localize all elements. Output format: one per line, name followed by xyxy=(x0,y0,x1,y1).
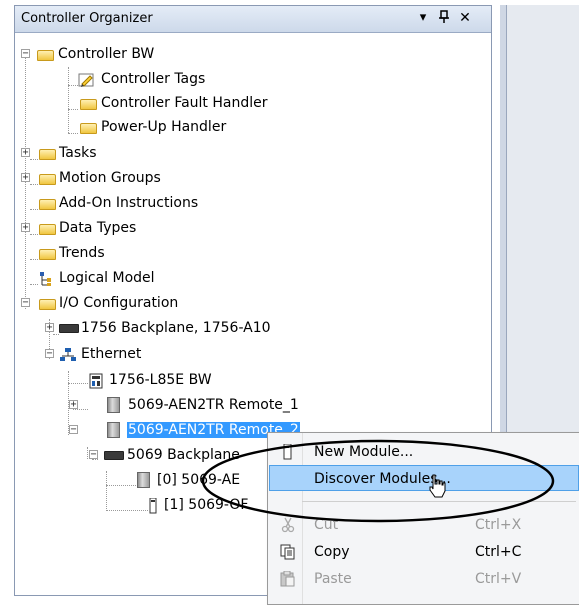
tags-icon xyxy=(78,72,94,87)
tree-item-label: I/O Configuration xyxy=(59,295,179,311)
logical-model-icon xyxy=(39,271,55,286)
tree-item-label: 1756-L85E BW xyxy=(109,372,212,388)
pin-icon[interactable] xyxy=(436,10,452,26)
menu-item-label: New Module... xyxy=(314,444,414,460)
tree-item-data-types[interactable]: + Data Types xyxy=(15,216,491,240)
tree-item-label: Motion Groups xyxy=(59,170,161,186)
expand-icon[interactable]: + xyxy=(21,148,30,158)
module-icon xyxy=(280,443,296,460)
copy-icon xyxy=(280,544,296,560)
tree-item-label: Tasks xyxy=(59,145,97,161)
module-icon xyxy=(107,397,120,413)
tree-item-ethernet[interactable]: − Ethernet xyxy=(15,342,491,366)
chassis-icon xyxy=(104,451,124,460)
tree-item-label: 5069 Backplane xyxy=(127,447,240,463)
expand-icon[interactable]: + xyxy=(21,173,30,183)
folder-icon xyxy=(39,299,56,310)
folder-icon xyxy=(39,249,56,260)
scissors-icon xyxy=(280,517,296,533)
tree-item-label: [0] 5069-AE xyxy=(157,472,241,488)
menu-item-shortcut: Ctrl+V xyxy=(475,571,522,587)
tree-item-powerup-handler[interactable]: Power-Up Handler xyxy=(15,115,491,139)
menu-separator xyxy=(302,501,576,502)
collapse-icon[interactable]: − xyxy=(89,450,98,460)
menu-item-shortcut: Ctrl+C xyxy=(475,544,522,560)
menu-item-shortcut: Ctrl+X xyxy=(475,517,522,533)
tree-item-trends[interactable]: Trends xyxy=(15,241,491,265)
mouse-cursor-icon xyxy=(429,474,446,498)
tree-item-label: Ethernet xyxy=(81,346,142,362)
tree-item-tasks[interactable]: + Tasks xyxy=(15,141,491,165)
tree-item-fault-handler[interactable]: Controller Fault Handler xyxy=(15,91,491,115)
tree-item-label: Trends xyxy=(59,245,105,261)
tree-item-label: Power-Up Handler xyxy=(101,119,227,135)
collapse-icon[interactable]: − xyxy=(69,425,78,435)
tree-item-controller-tags[interactable]: Controller Tags xyxy=(15,67,491,91)
module-icon xyxy=(137,472,150,488)
folder-icon xyxy=(80,123,97,134)
menu-item-cut[interactable]: Cut Ctrl+X xyxy=(269,512,579,538)
tree-item-1756-backplane[interactable]: + 1756 Backplane, 1756-A10 xyxy=(15,316,491,340)
folder-icon xyxy=(39,174,56,185)
collapse-icon[interactable]: − xyxy=(21,298,30,308)
menu-item-label: Cut xyxy=(314,517,339,533)
io-module-icon xyxy=(149,497,157,514)
network-icon xyxy=(60,347,76,361)
menu-item-new-module[interactable]: New Module... xyxy=(269,439,579,465)
paste-icon xyxy=(280,570,296,587)
menu-item-label: Paste xyxy=(314,571,352,587)
folder-icon xyxy=(80,99,97,110)
collapse-icon[interactable]: − xyxy=(45,349,54,359)
panel-menu-dropdown-icon[interactable]: ▾ xyxy=(415,10,431,26)
panel-titlebar: Controller Organizer ▾ ✕ xyxy=(15,6,491,33)
menu-item-discover-modules[interactable]: Discover Modules... xyxy=(269,465,579,491)
tree-item-controller[interactable]: − Controller BW xyxy=(15,42,491,66)
tree-item-label: [1] 5069-OF xyxy=(164,497,249,513)
menu-item-paste[interactable]: Paste Ctrl+V xyxy=(269,566,579,592)
menu-item-label: Copy xyxy=(314,544,350,560)
context-menu: New Module... Discover Modules... Cut Ct… xyxy=(267,432,579,605)
close-icon[interactable]: ✕ xyxy=(457,10,473,26)
tree-item-addon-instructions[interactable]: Add-On Instructions xyxy=(15,191,491,215)
expand-icon[interactable]: + xyxy=(69,400,78,410)
menu-item-copy[interactable]: Copy Ctrl+C xyxy=(269,539,579,565)
tree-item-remote-1[interactable]: + 5069-AEN2TR Remote_1 xyxy=(15,393,491,417)
controller-module-icon xyxy=(88,373,104,389)
chassis-icon xyxy=(59,324,79,333)
folder-icon xyxy=(37,50,54,61)
tree-item-1756-l85e[interactable]: 1756-L85E BW xyxy=(15,368,491,392)
tree-item-logical-model[interactable]: Logical Model xyxy=(15,266,491,290)
tree-item-motion-groups[interactable]: + Motion Groups xyxy=(15,166,491,190)
expand-icon[interactable]: + xyxy=(21,223,30,233)
folder-icon xyxy=(39,199,56,210)
tree-item-label: Logical Model xyxy=(59,270,155,286)
tree-item-label: 5069-AEN2TR Remote_1 xyxy=(128,397,299,413)
expand-icon[interactable]: + xyxy=(45,323,54,333)
tree-item-label: Data Types xyxy=(59,220,137,236)
tree-item-label: Controller Fault Handler xyxy=(101,95,268,111)
collapse-icon[interactable]: − xyxy=(21,49,30,59)
tree-item-label: Controller BW xyxy=(58,46,155,62)
folder-icon xyxy=(39,149,56,160)
module-icon xyxy=(107,422,120,438)
folder-icon xyxy=(39,224,56,235)
tree-item-label: 1756 Backplane, 1756-A10 xyxy=(81,320,271,336)
tree-item-io-configuration[interactable]: − I/O Configuration xyxy=(15,291,491,315)
panel-title: Controller Organizer xyxy=(21,11,153,26)
tree-item-label: Add-On Instructions xyxy=(59,195,199,211)
tree-item-label: Controller Tags xyxy=(101,71,206,87)
